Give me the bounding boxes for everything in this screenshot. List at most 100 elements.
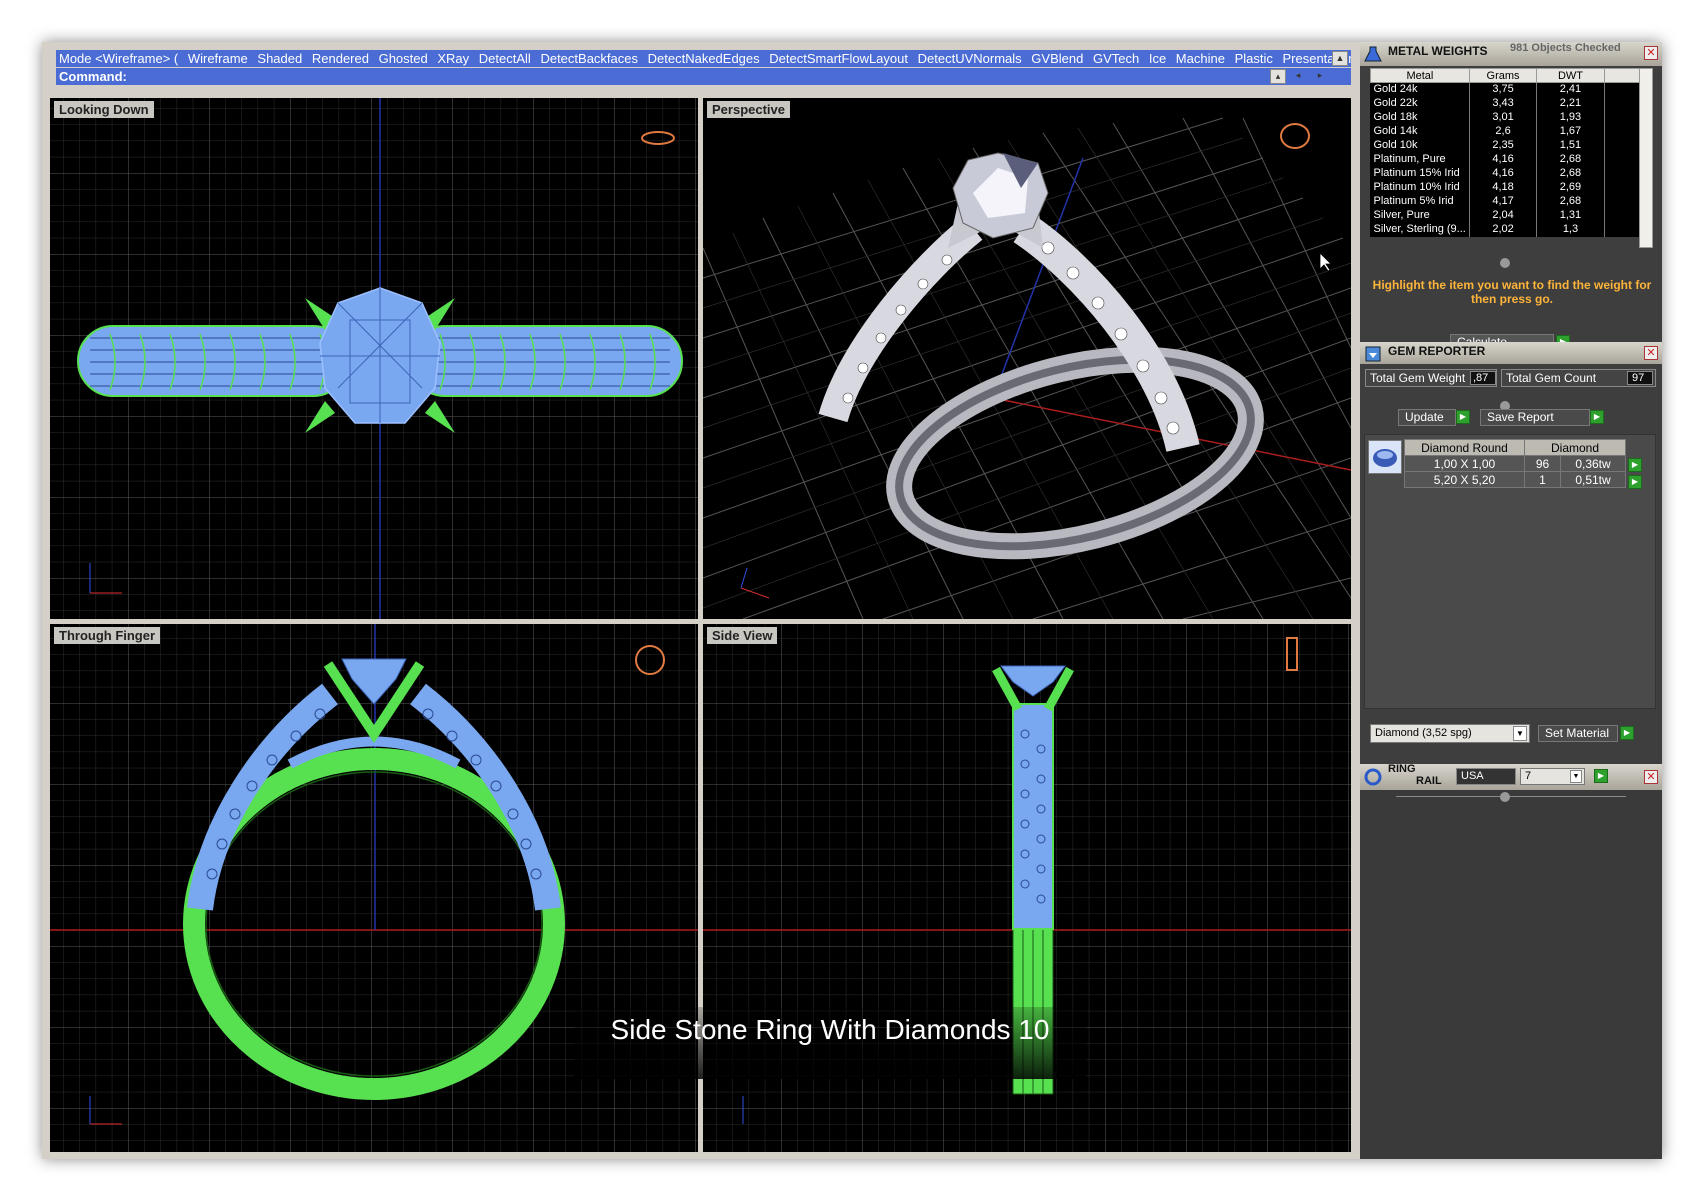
command-prev-icon[interactable]: ◂	[1290, 69, 1306, 84]
table-row[interactable]: Platinum 15% Irid 4,16 2,68	[1370, 166, 1654, 181]
viewport-perspective[interactable]: Perspective	[703, 98, 1351, 619]
cad-window: Mode <Wireframe> ( Wireframe Shaded Rend…	[42, 42, 1662, 1159]
nav-ring-icon[interactable]	[1280, 123, 1310, 149]
metal-grams: 3,01	[1469, 110, 1538, 125]
gem-size: 5,20 X 5,20	[1404, 471, 1525, 488]
go-arrow-icon[interactable]: ▶	[1628, 475, 1642, 489]
table-row[interactable]: Platinum, Pure 4,16 2,68	[1370, 152, 1654, 167]
metal-grams: 2,6	[1469, 124, 1538, 139]
mode-item[interactable]: DetectNakedEdges	[648, 51, 760, 66]
viewport-label[interactable]: Perspective	[707, 101, 790, 118]
gem-count: 1	[1524, 471, 1561, 488]
table-row[interactable]: Silver, Sterling (9... 2,02 1,3	[1370, 222, 1654, 237]
mode-item[interactable]: GVBlend	[1031, 51, 1083, 66]
viewport-label[interactable]: Looking Down	[54, 101, 154, 118]
mode-item[interactable]: DetectAll	[479, 51, 531, 66]
ring-size-value: 7	[1525, 770, 1532, 782]
mode-item[interactable]: Rendered	[312, 51, 369, 66]
metal-name: Gold 22k	[1370, 96, 1470, 111]
mode-item: Mode <Wireframe> (	[59, 51, 179, 66]
metal-name: Platinum 15% Irid	[1370, 166, 1470, 181]
go-arrow-icon[interactable]: ▶	[1620, 726, 1634, 740]
mode-item[interactable]: GVTech	[1093, 51, 1139, 66]
go-arrow-icon[interactable]: ▶	[1590, 410, 1604, 424]
table-row[interactable]: Gold 18k 3,01 1,93	[1370, 110, 1654, 125]
metal-grams: 3,43	[1469, 96, 1538, 111]
table-row[interactable]: Gold 24k 3,75 2,41	[1370, 82, 1654, 97]
close-icon[interactable]: ✕	[1644, 346, 1658, 360]
gem-reporter-header[interactable]: GEM REPORTER ✕	[1360, 342, 1662, 364]
command-line[interactable]: Command:	[56, 68, 1351, 85]
mode-item[interactable]: Machine	[1176, 51, 1225, 66]
metal-weights-header[interactable]: METAL WEIGHTS 981 Objects Checked ✕	[1360, 42, 1662, 66]
go-arrow-icon[interactable]: ▶	[1456, 410, 1470, 424]
metal-name: Silver, Pure	[1370, 208, 1470, 223]
metal-dwt: 2,68	[1536, 194, 1605, 209]
metal-dwt: 2,68	[1536, 152, 1605, 167]
mode-scroll-up-icon[interactable]: ▲	[1332, 51, 1348, 66]
viewport-looking-down[interactable]: Looking Down	[50, 98, 698, 619]
metal-weights-table[interactable]: Metal Grams DWT Gold 24k 3,75 2,41 Gold 22k…	[1370, 68, 1654, 237]
close-icon[interactable]: ✕	[1644, 770, 1658, 784]
cursor-icon	[1319, 252, 1332, 272]
table-row[interactable]: 5,20 X 5,20 1 0,51tw	[1404, 471, 1626, 488]
column-header[interactable]: Metal	[1370, 68, 1470, 83]
plugin-side-panel: METAL WEIGHTS 981 Objects Checked ✕ Meta…	[1360, 42, 1662, 1159]
go-arrow-icon[interactable]: ▶	[1628, 458, 1642, 472]
table-row[interactable]: Gold 22k 3,43 2,21	[1370, 96, 1654, 111]
mode-item[interactable]: DetectUVNormals	[918, 51, 1022, 66]
viewport-grid	[703, 117, 1351, 619]
objects-checked-status: 981 Objects Checked	[1510, 42, 1621, 54]
metal-dwt: 1,31	[1536, 208, 1605, 223]
viewport-label[interactable]: Through Finger	[54, 627, 161, 644]
viewport-grid	[50, 98, 698, 619]
mode-item[interactable]: Ghosted	[379, 51, 428, 66]
divider	[1396, 796, 1626, 797]
command-scroll-icon[interactable]: ▴	[1270, 69, 1286, 84]
table-row[interactable]: Gold 10k 2,35 1,51	[1370, 138, 1654, 153]
mode-item[interactable]: DetectBackfaces	[540, 51, 638, 66]
gem-reporter-title: GEM REPORTER	[1388, 344, 1486, 358]
metal-grams: 4,17	[1469, 194, 1538, 209]
display-mode-bar[interactable]: Mode <Wireframe> ( Wireframe Shaded Rend…	[56, 50, 1351, 67]
viewport-label[interactable]: Side View	[707, 627, 778, 644]
table-row[interactable]: 1,00 X 1,00 96 0,36tw	[1404, 455, 1626, 472]
save-report-button[interactable]: Save Report	[1480, 409, 1590, 426]
table-row[interactable]: Platinum 5% Irid 4,17 2,68	[1370, 194, 1654, 209]
splitter-handle-icon[interactable]	[1500, 792, 1510, 802]
ring-render-perspective	[818, 152, 1264, 560]
column-header[interactable]: DWT	[1536, 68, 1605, 83]
metal-name: Silver, Sterling (9...	[1370, 222, 1470, 237]
column-header[interactable]: Grams	[1468, 68, 1538, 83]
metal-weights-note: Highlight the item you want to find the …	[1372, 278, 1652, 306]
splitter-handle-icon[interactable]	[1500, 258, 1510, 268]
command-next-icon[interactable]: ▸	[1312, 69, 1328, 84]
ring-size-select[interactable]: 7 ▼	[1520, 768, 1585, 785]
table-row[interactable]: Gold 14k 2,6 1,67	[1370, 124, 1654, 139]
table-row[interactable]: Platinum 10% Irid 4,18 2,69	[1370, 180, 1654, 195]
gem-count: 96	[1524, 455, 1561, 472]
mode-item[interactable]: XRay	[437, 51, 469, 66]
metal-table-scrollbar[interactable]	[1639, 68, 1653, 248]
mode-item[interactable]: DetectSmartFlowLayout	[769, 51, 908, 66]
set-material-button[interactable]: Set Material	[1538, 725, 1618, 742]
mode-item[interactable]: Ice	[1149, 51, 1166, 66]
gem-summary-table[interactable]: Diamond Round Diamond 1,00 X 1,00 96 0,3…	[1404, 439, 1626, 488]
country-field[interactable]: USA	[1456, 768, 1516, 785]
video-caption: Side Stone Ring With Diamonds 10	[610, 1014, 1050, 1045]
table-row[interactable]: Silver, Pure 2,04 1,31	[1370, 208, 1654, 223]
metal-dwt: 1,51	[1536, 138, 1605, 153]
close-icon[interactable]: ✕	[1644, 46, 1658, 60]
metal-dwt: 2,69	[1536, 180, 1605, 195]
update-button[interactable]: Update	[1398, 409, 1456, 426]
mode-item[interactable]: Plastic	[1235, 51, 1273, 66]
go-arrow-icon[interactable]: ▶	[1594, 769, 1608, 783]
material-select[interactable]: Diamond (3,52 spg) ▼	[1370, 724, 1530, 743]
mode-item[interactable]: Wireframe	[188, 51, 248, 66]
mode-item[interactable]: Shaded	[257, 51, 302, 66]
ring-rail-header[interactable]: RING RAIL USA 7 ▼ ▶ ✕	[1360, 764, 1662, 790]
chevron-down-icon[interactable]: ▼	[1513, 726, 1527, 741]
metal-grams: 3,75	[1469, 82, 1538, 97]
metal-dwt: 2,21	[1536, 96, 1605, 111]
chevron-down-icon[interactable]: ▼	[1570, 770, 1582, 783]
